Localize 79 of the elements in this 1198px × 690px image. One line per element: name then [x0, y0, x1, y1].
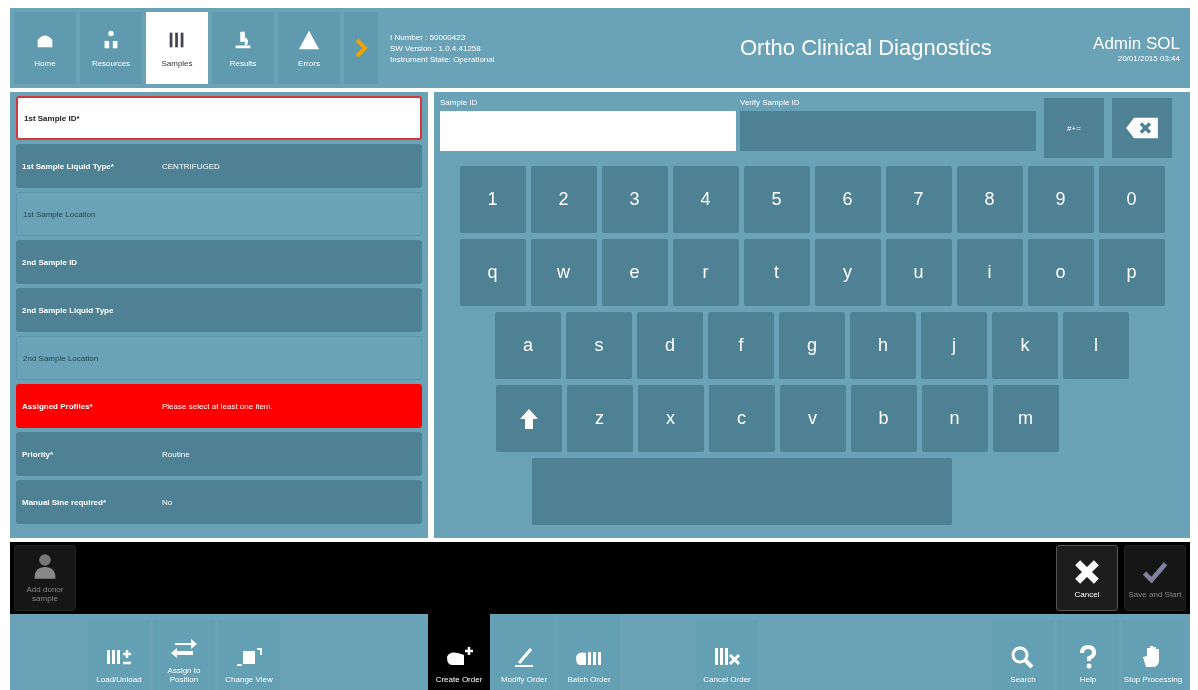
keyboard-key[interactable]: 9	[1027, 166, 1094, 233]
shift-arrow-icon	[518, 407, 539, 430]
keyboard-key[interactable]: 2	[530, 166, 597, 233]
keyboard-key[interactable]: c	[708, 385, 775, 452]
nav-tab[interactable]: Resources	[80, 12, 142, 84]
keyboard-key[interactable]: 7	[885, 166, 952, 233]
keyboard-key[interactable]: 1	[459, 166, 526, 233]
cancel-button[interactable]: Cancel	[1056, 545, 1118, 611]
square-arrow-icon	[234, 645, 264, 669]
keyboard-key[interactable]: n	[921, 385, 988, 452]
toolbar-button[interactable]: Modify Order	[493, 614, 555, 690]
toolbar-button[interactable]: Stop Processing	[1122, 620, 1184, 690]
keyboard-key[interactable]: 5	[743, 166, 810, 233]
toolbar-button[interactable]: Cancel Order	[696, 620, 758, 690]
nav-tab[interactable]: Errors	[278, 12, 340, 84]
nav-tab[interactable]: Samples	[146, 12, 208, 84]
toolbar-button[interactable]: Assign to Position	[153, 620, 215, 690]
keyboard-key[interactable]: w	[530, 239, 597, 306]
keyboard-key[interactable]: k	[992, 312, 1058, 379]
keyboard-key[interactable]: p	[1098, 239, 1165, 306]
toolbar-button[interactable]: Search	[992, 620, 1054, 690]
keyboard-key[interactable]: l	[1063, 312, 1129, 379]
keyboard-key[interactable]: o	[1027, 239, 1094, 306]
verify-sample-id-field[interactable]	[740, 111, 1036, 151]
date-time: 20/01/2015 03:44	[1116, 53, 1180, 63]
keyboard-key[interactable]: 0	[1098, 166, 1165, 233]
nav-tab[interactable]: Results	[212, 12, 274, 84]
keyboard-key[interactable]: u	[885, 239, 952, 306]
keyboard-key[interactable]: v	[779, 385, 846, 452]
field-label: Sample ID	[440, 98, 479, 107]
keyboard-key[interactable]: i	[956, 239, 1023, 306]
form-row[interactable]: Priority* Routine	[16, 432, 422, 476]
form-row[interactable]: Assigned Profiles* Please select at least one item.	[16, 384, 422, 428]
form-row[interactable]: 2nd Sample ID	[16, 240, 422, 284]
backspace-icon	[1125, 116, 1159, 140]
keyboard-key[interactable]: y	[814, 239, 881, 306]
keyboard-key[interactable]: 6	[814, 166, 881, 233]
chevron-button[interactable]	[344, 12, 378, 84]
keyboard-key[interactable]: q	[459, 239, 526, 306]
keyboard-key[interactable]: z	[566, 385, 633, 452]
brand-title: Ortho Clinical Diagnostics	[740, 35, 993, 61]
instrument-info: I Number : 50000423	[390, 31, 467, 43]
keyboard-key[interactable]: x	[637, 385, 704, 452]
instrument-info: Instrument State: Operational	[390, 53, 496, 65]
toolbar-button[interactable]: Batch Order	[558, 614, 620, 690]
chevron-icon	[355, 38, 367, 58]
symbols-key[interactable]: #+=	[1044, 98, 1104, 158]
form-row[interactable]: 2nd Sample Liquid Type	[16, 288, 422, 332]
keyboard-key[interactable]: e	[601, 239, 668, 306]
keyboard-key[interactable]: h	[850, 312, 916, 379]
keyboard-key[interactable]: 3	[601, 166, 668, 233]
keyboard-key[interactable]: m	[992, 385, 1059, 452]
toolbar-button[interactable]: Load/Unload	[88, 620, 150, 690]
shift-key[interactable]	[495, 385, 562, 452]
toolbar-button[interactable]: Create Order	[428, 614, 490, 690]
backspace-key[interactable]	[1112, 98, 1172, 158]
keyboard-key[interactable]: t	[743, 239, 810, 306]
keyboard-key[interactable]: f	[708, 312, 774, 379]
keyboard-key[interactable]: r	[672, 239, 739, 306]
swap-arrows-icon	[169, 636, 199, 660]
keyboard-key[interactable]: 4	[672, 166, 739, 233]
keyboard-key[interactable]: j	[921, 312, 987, 379]
instrument-info: SW Version : 1.0.4.41258	[390, 42, 482, 54]
keyboard-key[interactable]: d	[637, 312, 703, 379]
keyboard-key[interactable]: g	[779, 312, 845, 379]
space-key[interactable]	[532, 458, 952, 525]
toolbar-button[interactable]: Change View	[218, 620, 280, 690]
toolbar-button[interactable]: Help	[1057, 620, 1119, 690]
form-row[interactable]: Manual Sine required* No	[16, 480, 422, 524]
keyboard-key[interactable]: s	[566, 312, 632, 379]
form-row[interactable]: 1st Sample ID*	[16, 96, 422, 140]
form-row[interactable]: 1st Sample Liquid Type* CENTRIFUGED	[16, 144, 422, 188]
nav-tab[interactable]: Home	[14, 12, 76, 84]
sample-id-field[interactable]	[440, 111, 736, 151]
keyboard-key[interactable]: 8	[956, 166, 1023, 233]
keyboard-key[interactable]: a	[495, 312, 561, 379]
field-label: Verify Sample ID	[740, 98, 801, 107]
keyboard-key[interactable]: b	[850, 385, 917, 452]
user-name: Admin SOL	[1093, 33, 1180, 54]
